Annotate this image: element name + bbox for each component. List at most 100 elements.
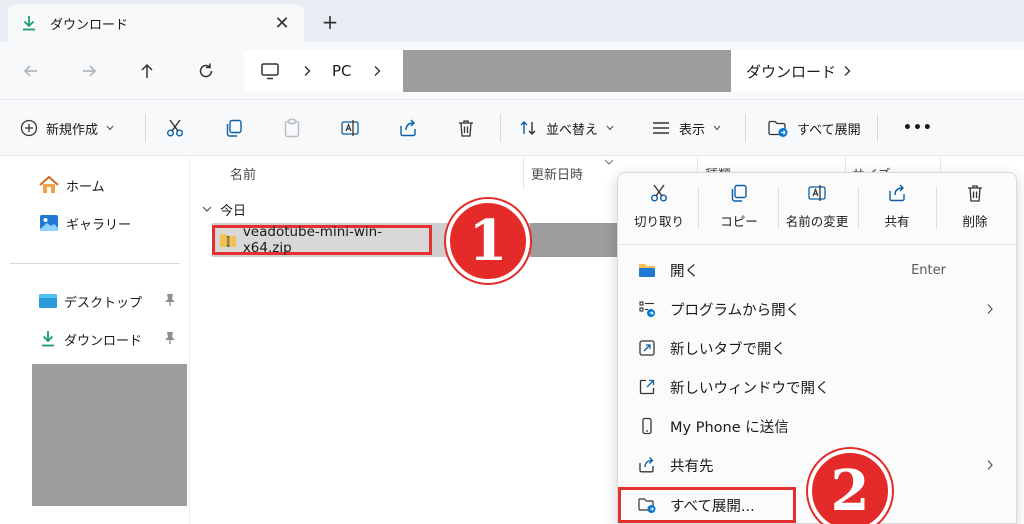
extract-folder-icon <box>768 120 788 137</box>
download-icon <box>23 16 35 31</box>
pin-icon[interactable] <box>164 331 176 345</box>
new-tab-icon <box>639 340 655 356</box>
menu-item-send-to-phone[interactable]: My Phone に送信 <box>618 407 1016 445</box>
rename-button[interactable] <box>340 114 360 142</box>
copy-button[interactable] <box>224 114 244 142</box>
pin-icon[interactable] <box>164 293 176 307</box>
sidebar-item-gallery[interactable]: ギャラリー <box>38 211 131 235</box>
share-action[interactable]: 共有 <box>858 183 936 239</box>
menu-item-open-new-window[interactable]: 新しいウィンドウで開く <box>618 368 1016 406</box>
tab-downloads[interactable]: ダウンロード ✕ <box>8 4 304 42</box>
view-label: 表示 <box>679 122 706 138</box>
scissors-icon <box>167 119 183 137</box>
cut-label: 切り取り <box>633 214 684 229</box>
chevron-right-icon <box>304 66 311 76</box>
step-badge-2: 2 <box>808 449 892 524</box>
redacted-path <box>403 50 731 92</box>
refresh-icon <box>199 63 213 78</box>
divider <box>698 187 699 229</box>
breadcrumb-pc[interactable]: PC <box>332 50 352 92</box>
chevron-down-icon <box>202 206 212 212</box>
tab-title: ダウンロード <box>50 17 129 33</box>
divider <box>745 114 746 142</box>
gallery-icon <box>40 215 58 231</box>
step-badge-1: 1 <box>446 199 530 283</box>
navigation-bar: PC ダウンロード <box>0 42 1024 100</box>
open-with-icon <box>639 301 655 317</box>
extract-all-label: すべて展開 <box>797 122 861 138</box>
refresh-button[interactable] <box>193 58 219 84</box>
view-button[interactable]: 表示 <box>651 114 721 142</box>
trash-icon <box>968 185 982 202</box>
share-icon <box>889 184 905 202</box>
divider <box>877 114 878 142</box>
new-label: 新規作成 <box>46 122 99 138</box>
chevron-down-icon <box>606 125 614 131</box>
menu-item-label: 開く <box>670 263 699 280</box>
desktop-icon <box>39 294 57 308</box>
download-icon <box>42 331 54 347</box>
chevron-down-icon <box>106 125 114 131</box>
copy-action[interactable]: コピー <box>700 183 778 239</box>
breadcrumb-separator <box>842 50 852 92</box>
cut-action[interactable]: 切り取り <box>620 183 698 239</box>
copy-label: コピー <box>720 214 758 229</box>
sidebar-item-desktop[interactable]: デスクトップ <box>38 289 188 313</box>
plus-circle-icon <box>20 119 38 137</box>
highlight-extract-all <box>618 487 796 523</box>
delete-button[interactable] <box>456 114 476 142</box>
trash-icon <box>459 120 473 137</box>
shortcut-hint: Enter <box>911 262 946 278</box>
paste-button[interactable] <box>282 114 302 142</box>
sidebar-item-label: ダウンロード <box>64 333 143 349</box>
sort-icon <box>520 121 536 135</box>
rename-action[interactable]: 名前の変更 <box>778 183 856 239</box>
menu-item-label: My Phone に送信 <box>670 419 789 436</box>
back-button[interactable] <box>18 58 44 84</box>
sidebar-item-label: デスクトップ <box>64 295 143 311</box>
menu-item-open[interactable]: 開く Enter <box>618 251 1016 289</box>
share-icon <box>639 457 654 473</box>
column-header-modified[interactable]: 更新日時 <box>531 157 583 189</box>
arrow-left-icon <box>23 65 37 77</box>
sort-chevron-icon <box>604 159 614 165</box>
forward-button[interactable] <box>76 58 102 84</box>
share-button[interactable] <box>398 114 418 142</box>
breadcrumb-downloads[interactable]: ダウンロード <box>746 50 836 92</box>
chevron-right-icon <box>844 66 851 76</box>
menu-item-open-new-tab[interactable]: 新しいタブで開く <box>618 329 1016 367</box>
menu-item-label: 共有先 <box>670 458 714 475</box>
menu-item-label: 新しいタブで開く <box>670 341 786 358</box>
new-tab-button[interactable]: + <box>318 10 342 34</box>
folder-icon <box>639 264 655 277</box>
sidebar-item-home[interactable]: ホーム <box>38 173 105 197</box>
menu-item-open-with[interactable]: プログラムから開く <box>618 290 1016 328</box>
new-button[interactable]: 新規作成 <box>20 114 114 142</box>
file-item-zip[interactable]: veadotube-mini-win-x64.zip <box>212 224 432 256</box>
sort-label: 並べ替え <box>546 122 599 138</box>
more-options-button[interactable]: ••• <box>903 114 933 142</box>
tab-bar: ダウンロード ✕ + <box>0 0 1024 42</box>
clipboard-icon <box>284 118 300 138</box>
delete-action[interactable]: 削除 <box>936 183 1014 239</box>
delete-label: 削除 <box>962 214 988 229</box>
chevron-right-icon <box>374 66 381 76</box>
address-bar[interactable]: PC ダウンロード <box>244 50 1024 92</box>
computer-icon <box>261 63 279 80</box>
group-header-today[interactable]: 今日 <box>202 199 246 219</box>
cut-button[interactable] <box>165 114 185 142</box>
divider <box>145 114 146 142</box>
sort-button[interactable]: 並べ替え <box>518 114 614 142</box>
extract-all-button[interactable]: すべて展開 <box>767 114 861 142</box>
column-header-name[interactable]: 名前 <box>230 157 256 189</box>
arrow-right-icon <box>83 65 97 77</box>
share-icon <box>400 119 416 137</box>
breadcrumb-separator <box>372 50 382 92</box>
close-tab-icon[interactable]: ✕ <box>272 13 292 34</box>
command-bar: 新規作成 並べ替え 表示 すべて展開 ••• <box>0 100 1024 156</box>
home-icon <box>39 175 59 193</box>
file-name: veadotube-mini-win-x64.zip <box>242 224 383 256</box>
group-label: 今日 <box>220 203 247 219</box>
sidebar-item-downloads[interactable]: ダウンロード <box>38 327 188 351</box>
up-button[interactable] <box>134 58 160 84</box>
